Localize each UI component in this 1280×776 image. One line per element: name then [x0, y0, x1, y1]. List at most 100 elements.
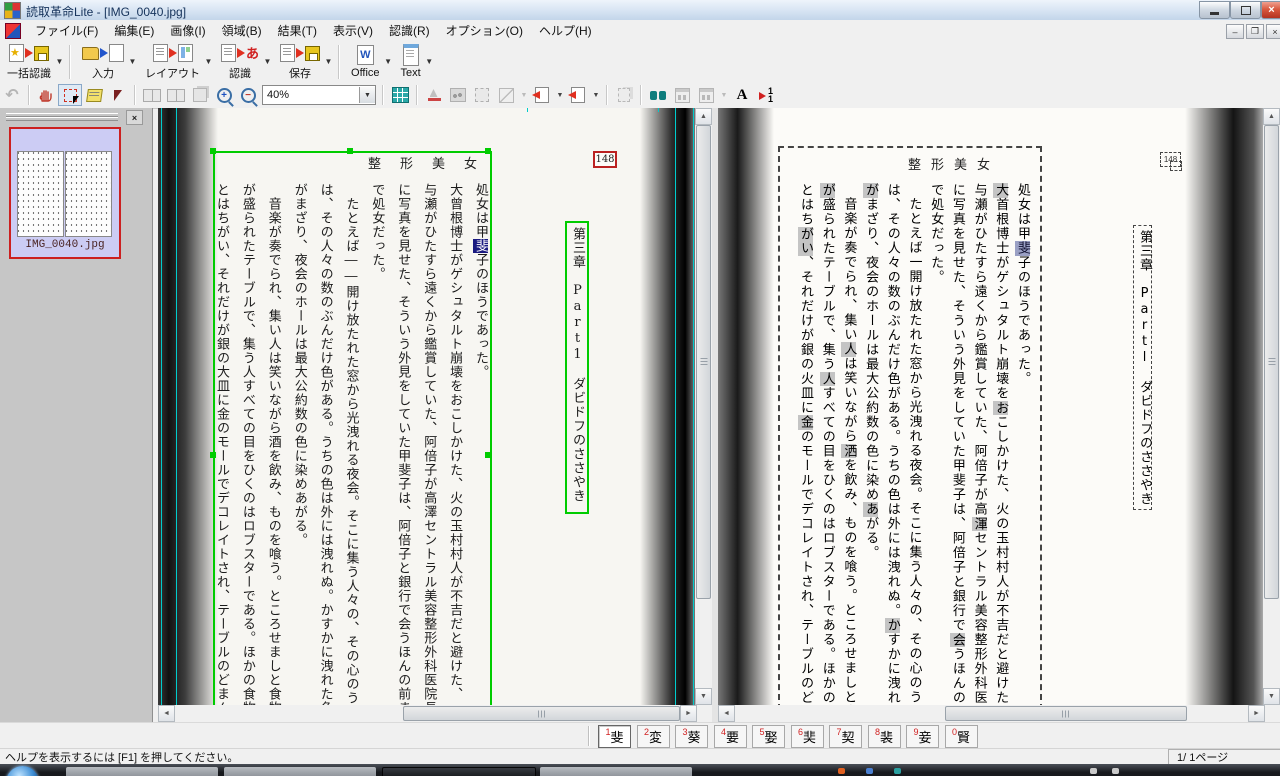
save-button[interactable]: 保存: [277, 43, 323, 81]
mdi-minimize-button[interactable]: –: [1226, 24, 1244, 39]
image-region-box-right[interactable]: [675, 108, 694, 705]
book-spread-2-button[interactable]: [164, 84, 188, 106]
scroll-down-button[interactable]: ▼: [695, 688, 712, 705]
zoom-level-combo[interactable]: 40% ▼: [262, 85, 376, 105]
pages-button[interactable]: [188, 84, 212, 106]
candidate-button[interactable]: 5娶: [752, 725, 785, 748]
scroll-right-button[interactable]: ►: [680, 705, 697, 722]
panel-view-button[interactable]: [670, 84, 694, 106]
thumbnail-item[interactable]: IMG_0040.jpg: [9, 127, 121, 259]
taskbar-button[interactable]: [540, 767, 692, 776]
image-region-box-top[interactable]: [527, 108, 659, 112]
recognize-button[interactable]: あ 認識: [218, 43, 262, 81]
auto-region-button[interactable]: [388, 84, 412, 106]
text-column[interactable]: とはちがい、それだけが銀の火皿に金のモールでデコレイトされ、テーブルのどまん: [797, 183, 815, 705]
export-office-dropdown[interactable]: ▼: [383, 45, 394, 79]
scroll-up-button[interactable]: ▲: [695, 108, 712, 125]
title-bar[interactable]: 読取革命Lite - [IMG_0040.jpg] ×: [0, 0, 1280, 21]
text-column[interactable]: 処女は甲斐子のほうであった。: [472, 183, 490, 379]
scan-horizontal-scrollbar[interactable]: ◄ ►: [158, 705, 697, 722]
candidate-button[interactable]: 7契: [829, 725, 862, 748]
menu-item[interactable]: 領域(B): [214, 21, 270, 41]
image-region-dropdown[interactable]: ▼: [518, 92, 530, 99]
menu-item[interactable]: 認識(R): [381, 21, 438, 41]
text-column[interactable]: に写真を見せた、そういう外見をしていた甲斐子は、阿倍子と銀行で会うほんの前ま: [949, 183, 967, 705]
region-handle[interactable]: [347, 148, 353, 154]
candidate-button[interactable]: 9妾: [906, 725, 939, 748]
send-result-2-dropdown[interactable]: ▼: [590, 92, 602, 99]
text-column[interactable]: が盛られたテーブルで、集う人すべての目をひくのはロブスターである。ほかの食物: [819, 183, 837, 705]
panel-grip[interactable]: [6, 117, 118, 121]
panel-view-dropdown[interactable]: ▼: [718, 92, 730, 99]
text-column[interactable]: で処女だった。: [368, 183, 386, 281]
select-arrow-button[interactable]: [106, 84, 130, 106]
minimize-button[interactable]: [1199, 1, 1230, 19]
mdi-close-button[interactable]: ×: [1266, 24, 1280, 39]
input-dropdown[interactable]: ▼: [127, 45, 138, 79]
tray-icon[interactable]: [1112, 768, 1119, 774]
scroll-right-button[interactable]: ►: [1248, 705, 1265, 722]
text-column[interactable]: 音楽が奏でられ、集い人は笑いながら洒を飲み、ものを喰う。ところせましと食物: [840, 197, 858, 705]
candidate-button[interactable]: 2変: [636, 725, 670, 748]
image-region-button[interactable]: [494, 84, 518, 106]
candidate-button[interactable]: 1斐: [598, 725, 631, 748]
text-column[interactable]: がまざり、夜会のホールは最大公約数の色に染めあがる。: [862, 183, 880, 560]
text-column[interactable]: とはちがい、それだけが銀の大皿に金のモールでデコレイトされ、テーブルのどまん: [213, 183, 231, 705]
menu-item[interactable]: 表示(V): [325, 21, 381, 41]
text-region-chapter[interactable]: 第三章 Part1 ダビドフのささやき: [565, 221, 589, 514]
send-result-2-button[interactable]: [566, 84, 590, 106]
edit-note-button[interactable]: [82, 84, 106, 106]
tray-icon[interactable]: [894, 768, 901, 774]
region-select-button[interactable]: [58, 84, 82, 106]
close-button[interactable]: ×: [1261, 1, 1280, 19]
search-button[interactable]: [646, 84, 670, 106]
taskbar-button[interactable]: [66, 767, 218, 776]
page-number-region[interactable]: 148: [593, 151, 617, 168]
panel-close-button[interactable]: ×: [126, 110, 143, 125]
text-column[interactable]: は、その人々の数のぶんだけ色がある。うちの色は外には洩れぬ。かすかに洩れた色: [884, 183, 902, 705]
candidate-button[interactable]: 4要: [713, 725, 747, 748]
candidate-button[interactable]: 0賢: [944, 725, 978, 748]
send-result-dropdown[interactable]: ▼: [554, 92, 566, 99]
stamp-button[interactable]: [422, 84, 446, 106]
layout-dropdown[interactable]: ▼: [203, 45, 214, 79]
scan-image-pane[interactable]: 整 形 美 女 148 第三章 Part1 ダビドフのささやき 処女は甲斐子のほうであ…: [158, 108, 695, 705]
result-horizontal-scrollbar[interactable]: ◄ ►: [718, 705, 1265, 722]
region-handle[interactable]: [210, 148, 216, 154]
zoom-out-button[interactable]: −: [236, 84, 260, 106]
export-text-dropdown[interactable]: ▼: [424, 45, 435, 79]
reading-order-button[interactable]: 11: [754, 84, 778, 106]
scroll-left-button[interactable]: ◄: [718, 705, 735, 722]
candidate-button[interactable]: 3葵: [675, 725, 708, 748]
batch-recognize-button[interactable]: ★ 一括認識: [4, 43, 54, 81]
menu-item[interactable]: ファイル(F): [27, 21, 106, 41]
menu-item[interactable]: オプション(O): [438, 21, 531, 41]
hand-tool-button[interactable]: [34, 84, 58, 106]
region-handle[interactable]: [485, 452, 491, 458]
image-region-box-left[interactable]: [161, 108, 177, 705]
result-page-number-region-2[interactable]: [1170, 161, 1182, 171]
result-vertical-scrollbar[interactable]: ▲ ▼: [1263, 108, 1280, 705]
text-column[interactable]: 音楽が奏でられ、集い人は笑いながら酒を飲み、ものを喰う。ところせましと食物: [265, 197, 283, 705]
scroll-down-button[interactable]: ▼: [1263, 688, 1280, 705]
region-handle[interactable]: [485, 148, 491, 154]
menu-item[interactable]: 編集(E): [106, 21, 162, 41]
text-column[interactable]: に写真を見せた、そういう外見をしていた甲斐子は、阿倍子と銀行で会うほんの前ま: [394, 183, 412, 705]
text-column[interactable]: 処女は甲斐子のほうであった。: [1014, 183, 1032, 386]
export-text-button[interactable]: Text: [398, 43, 424, 81]
scroll-left-button[interactable]: ◄: [158, 705, 175, 722]
photos-button[interactable]: [446, 84, 470, 106]
text-column[interactable]: 大曾根博士がゲシュタルト崩壊をおこしかけた、火の玉村村人が不吉だと避けた、: [446, 183, 464, 701]
text-column[interactable]: がまざり、夜会のホールは最大公約数の色に染めあがる。: [291, 183, 309, 547]
book-spread-button[interactable]: [140, 84, 164, 106]
menu-item[interactable]: 結果(T): [270, 21, 325, 41]
taskbar-button[interactable]: [224, 767, 376, 776]
scroll-up-button[interactable]: ▲: [1263, 108, 1280, 125]
candidate-button[interactable]: 6奜: [790, 725, 824, 748]
tray-icon[interactable]: [866, 768, 873, 774]
format-button[interactable]: A: [730, 84, 754, 106]
layout-button[interactable]: レイアウト: [142, 43, 203, 81]
export-office-button[interactable]: W Office: [348, 43, 383, 81]
scroll-thumb[interactable]: [945, 706, 1187, 721]
scroll-thumb[interactable]: [1264, 125, 1279, 599]
